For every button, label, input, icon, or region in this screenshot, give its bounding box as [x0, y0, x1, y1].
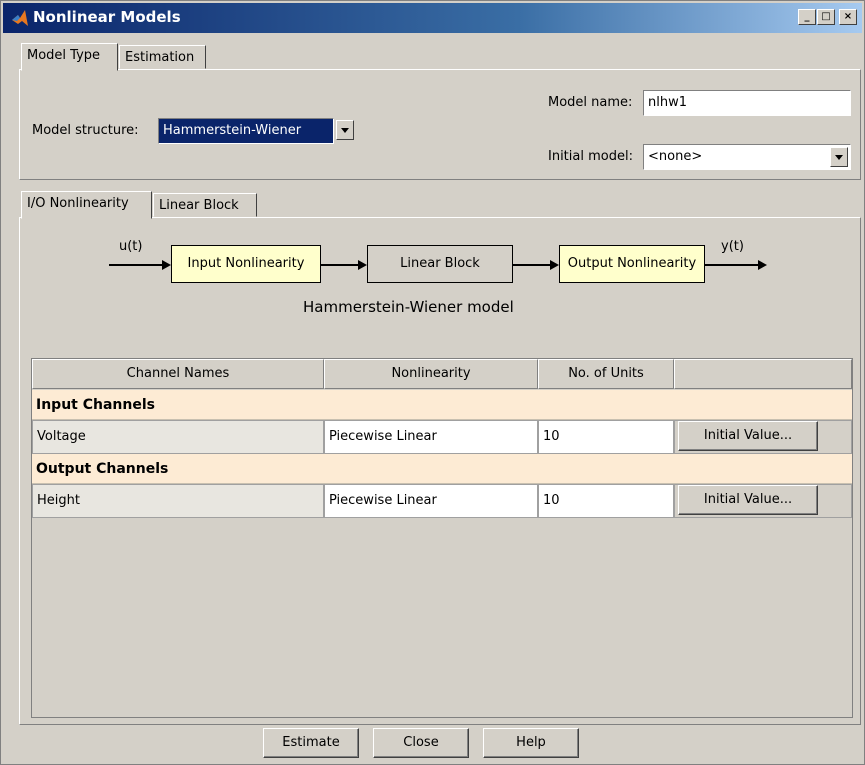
- estimate-button[interactable]: Estimate: [263, 728, 359, 758]
- block1-to-block2-arrow: [321, 260, 367, 270]
- initial-model-label: Initial model:: [548, 149, 633, 164]
- diagram-caption: Hammerstein-Wiener model: [303, 298, 514, 316]
- tab-linear-block[interactable]: Linear Block: [153, 193, 257, 217]
- initial-value-button[interactable]: Initial Value...: [678, 421, 818, 451]
- maximize-button[interactable]: □: [817, 9, 835, 25]
- table-cell-channel-name: Height: [32, 484, 324, 518]
- model-type-panel: Model structure: Hammerstein-Wiener Mode…: [19, 69, 861, 180]
- tab-io-nonlinearity[interactable]: I/O Nonlinearity: [21, 191, 152, 219]
- column-header-nonlinearity[interactable]: Nonlinearity: [324, 359, 538, 389]
- close-button[interactable]: Close: [373, 728, 469, 758]
- block2-to-block3-arrow: [513, 260, 559, 270]
- input-nonlinearity-block[interactable]: Input Nonlinearity: [171, 245, 321, 283]
- initial-model-dropdown-icon[interactable]: [830, 147, 848, 167]
- table-cell-units[interactable]: 10: [538, 484, 674, 518]
- group-row-output-channels: Output Channels: [32, 454, 852, 484]
- input-arrow: [109, 260, 171, 270]
- title-bar[interactable]: Nonlinear Models _ □ ×: [3, 3, 862, 33]
- minimize-button[interactable]: _: [798, 9, 816, 25]
- table-cell-nonlinearity[interactable]: Piecewise Linear: [324, 484, 538, 518]
- table-cell-channel-name: Voltage: [32, 420, 324, 454]
- channel-table: Channel Names Nonlinearity No. of Units …: [31, 358, 853, 718]
- tab-model-type[interactable]: Model Type: [21, 43, 118, 71]
- model-name-input[interactable]: nlhw1: [643, 90, 851, 116]
- initial-model-select[interactable]: <none>: [643, 144, 851, 170]
- table-cell-nonlinearity[interactable]: Piecewise Linear: [324, 420, 538, 454]
- matlab-logo-icon: [12, 10, 28, 26]
- output-nonlinearity-block[interactable]: Output Nonlinearity: [559, 245, 705, 283]
- table-cell-units[interactable]: 10: [538, 420, 674, 454]
- output-signal-label: y(t): [721, 239, 744, 254]
- model-structure-select[interactable]: Hammerstein-Wiener: [158, 118, 334, 144]
- model-name-label: Model name:: [548, 95, 633, 110]
- close-window-button[interactable]: ×: [839, 9, 857, 25]
- input-signal-label: u(t): [119, 239, 143, 254]
- initial-model-value: <none>: [648, 149, 703, 164]
- linear-block[interactable]: Linear Block: [367, 245, 513, 283]
- model-structure-dropdown-icon[interactable]: [336, 120, 354, 140]
- column-header-action: [674, 359, 852, 389]
- nonlinear-models-window: Nonlinear Models _ □ × Model Type Estima…: [0, 0, 865, 765]
- output-arrow: [705, 260, 767, 270]
- column-header-units[interactable]: No. of Units: [538, 359, 674, 389]
- window-title: Nonlinear Models: [33, 8, 181, 26]
- model-structure-value: Hammerstein-Wiener: [163, 123, 302, 138]
- tab-estimation[interactable]: Estimation: [119, 45, 206, 69]
- help-button[interactable]: Help: [483, 728, 579, 758]
- column-header-channel-names[interactable]: Channel Names: [32, 359, 324, 389]
- model-structure-label: Model structure:: [32, 123, 139, 138]
- initial-value-button[interactable]: Initial Value...: [678, 485, 818, 515]
- group-row-input-channels: Input Channels: [32, 390, 852, 420]
